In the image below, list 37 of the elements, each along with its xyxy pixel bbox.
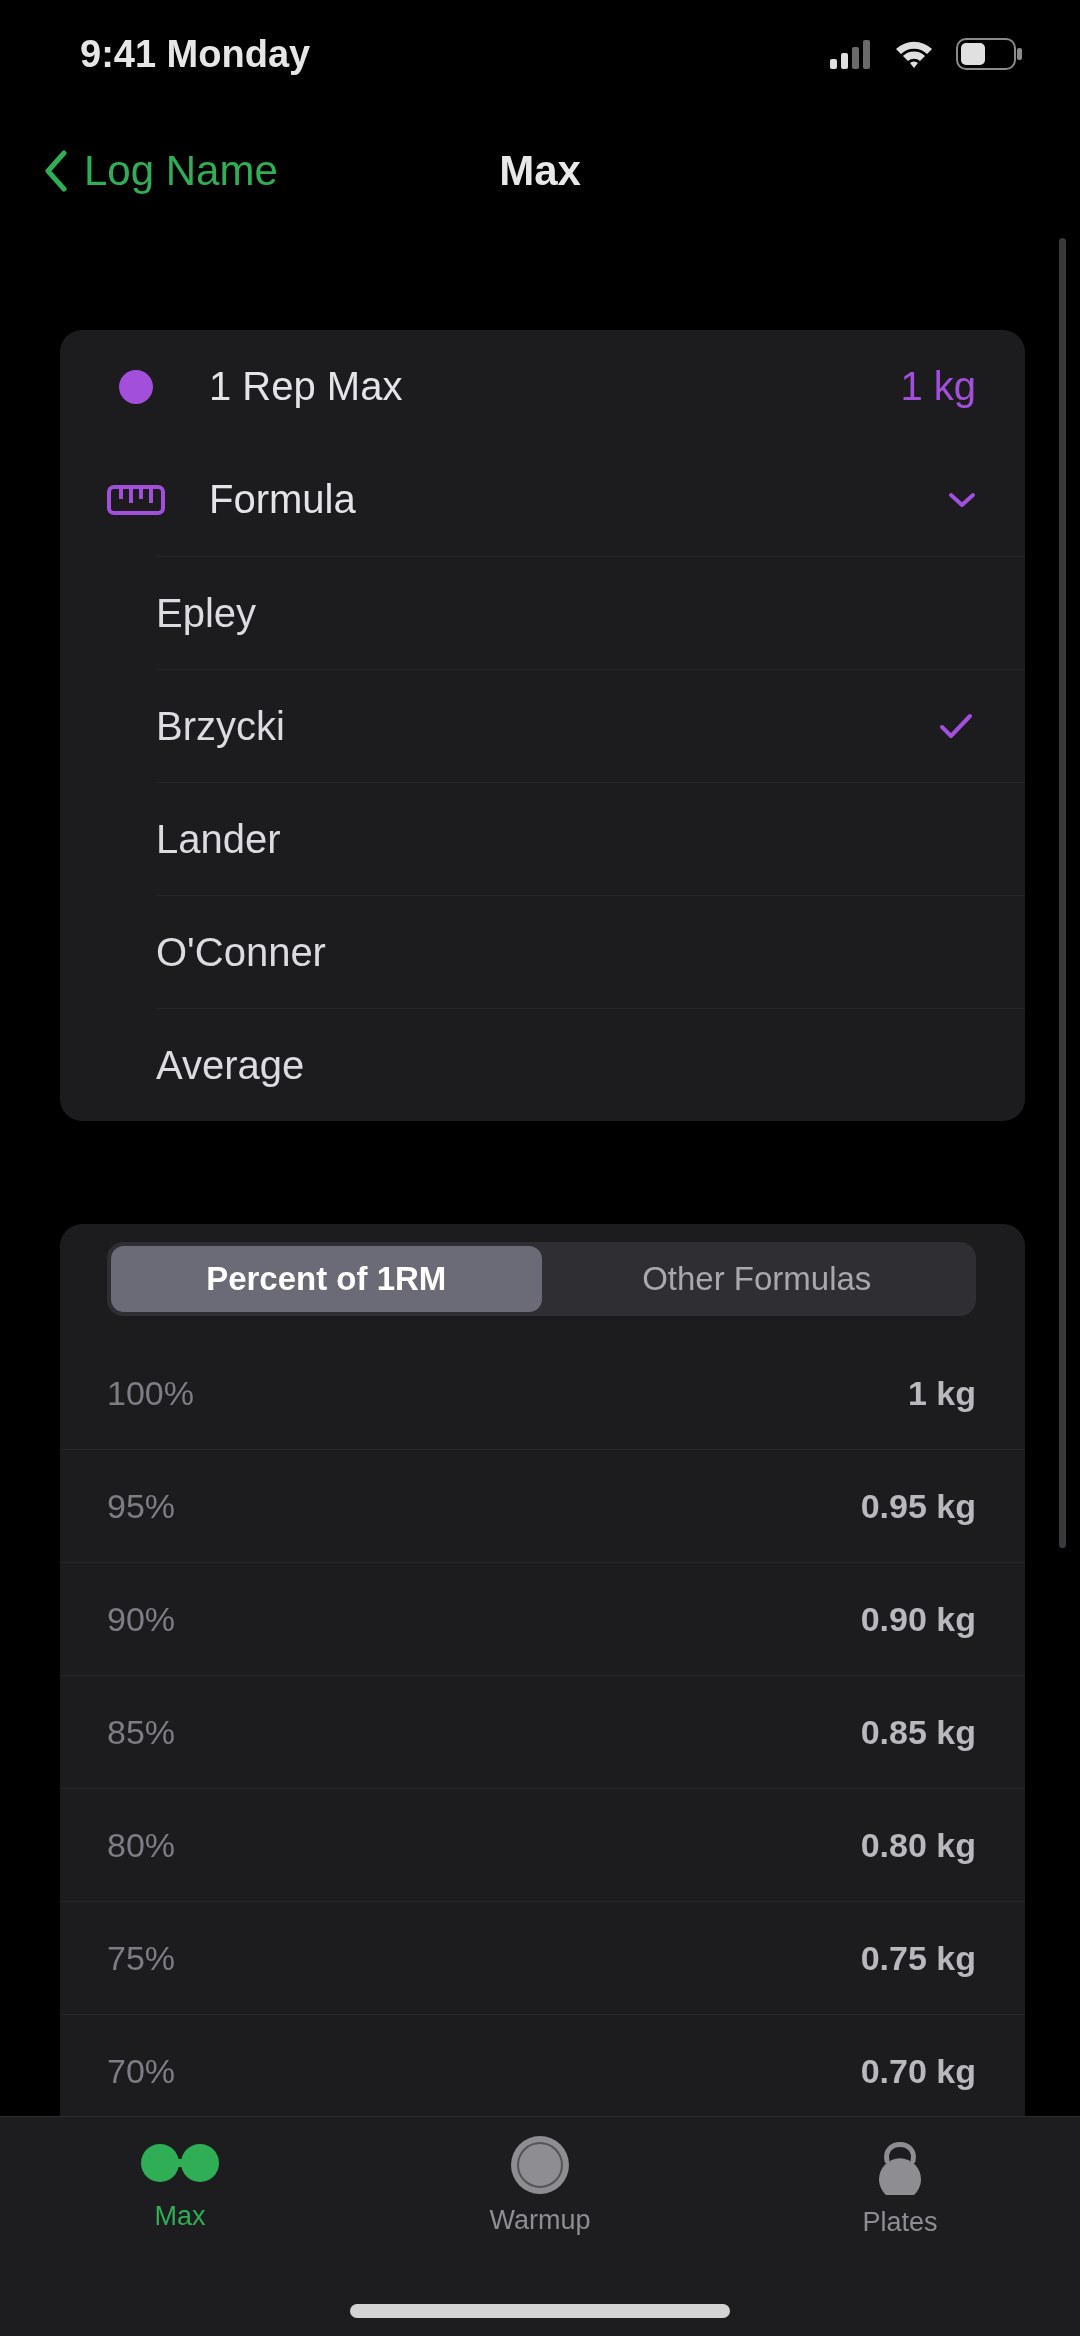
weight-cell: 0.95 kg [860,1486,976,1526]
weight-cell: 0.80 kg [860,1825,976,1865]
signal-icon [830,39,872,69]
percent-cell: 100% [107,1373,194,1413]
percent-cell: 80% [107,1825,176,1865]
tab-bar-item[interactable]: Plates [862,2135,938,2238]
percent-cell: 85% [107,1712,176,1752]
percent-cell: 90% [107,1599,176,1639]
percent-cell: 75% [107,1938,176,1978]
weight-plate-icon [510,2135,570,2195]
status-time: 9:41 Monday [80,32,311,76]
formula-option[interactable]: O'Conner [156,895,1025,1008]
battery-icon [956,38,1022,70]
formula-option[interactable]: Brzycki [156,669,1025,782]
back-button[interactable]: Log Name [30,147,278,195]
wifi-icon [894,39,934,69]
weight-cell: 0.70 kg [860,2051,976,2091]
percent-cell: 95% [107,1486,176,1526]
tab-bar-item[interactable]: Warmup [489,2135,591,2238]
row-label: 1 Rep Max [209,364,403,409]
percent-cell: 70% [107,2051,176,2091]
formula-option[interactable]: Epley [156,556,1025,669]
weight-value[interactable]: 1 kg [900,364,976,409]
weight-cell: 0.90 kg [860,1599,976,1639]
weight-cell: 0.75 kg [860,1938,976,1978]
ruler-icon [107,484,165,515]
formula-label[interactable]: Formula [209,477,356,522]
chevron-left-icon [44,150,68,192]
weight-cell: 1 kg [907,1373,976,1413]
segment-tab[interactable]: Other Formulas [541,1246,972,1312]
dot-icon [119,369,153,404]
formula-option[interactable]: Lander [156,782,1025,895]
formula-option[interactable]: Average [156,1008,1025,1121]
nav-title: Max [499,147,581,195]
weight-cell: 0.85 kg [860,1712,976,1752]
segment-tab[interactable]: Percent of 1RM [111,1246,542,1312]
tab-bar-item[interactable]: Max [140,2135,220,2238]
